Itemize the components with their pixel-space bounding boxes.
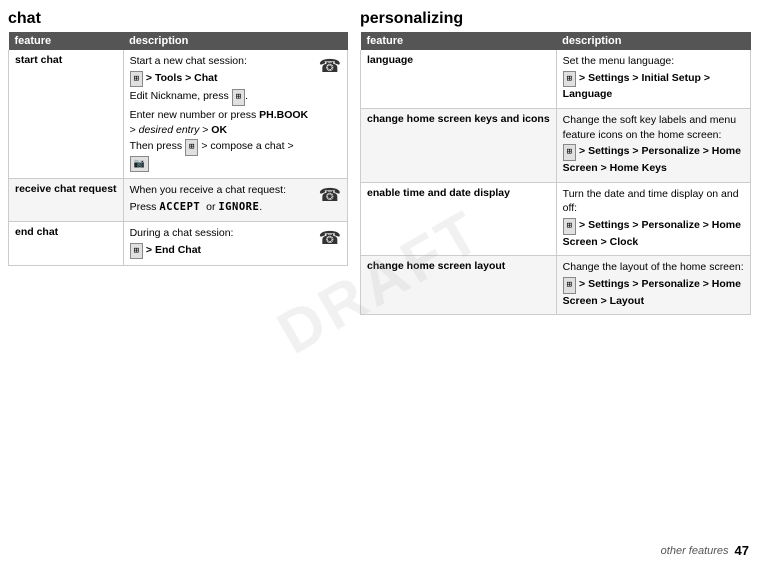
feature-cell: change home screen layout	[361, 256, 557, 315]
desc-cell: During a chat session: ⊞ > End Chat ☎	[123, 221, 347, 265]
desc-cell: Change the soft key labels and menu feat…	[556, 108, 750, 182]
table-row: start chat Start a new chat session: ⊞ >…	[9, 50, 348, 179]
feature-cell: enable time and date display	[361, 182, 557, 256]
feature-cell: language	[361, 50, 557, 108]
left-title: chat	[8, 10, 348, 28]
feature-cell: start chat	[9, 50, 124, 179]
pers-col-description: description	[556, 32, 750, 50]
chat-table: feature description start chat Start a n…	[8, 32, 348, 266]
desc-cell: Turn the date and time display on and of…	[556, 182, 750, 256]
phone-icon-2: ☎	[319, 183, 341, 208]
chat-col-feature: feature	[9, 32, 124, 50]
phone-icon-3: ☎	[319, 226, 341, 251]
feature-cell: end chat	[9, 221, 124, 265]
right-title: personalizing	[360, 10, 751, 28]
footer-page: 47	[735, 543, 749, 558]
right-section: personalizing feature description langua…	[360, 10, 751, 531]
phone-icon-1: ☎	[319, 54, 341, 79]
desc-cell: Set the menu language: ⊞ > Settings > In…	[556, 50, 750, 108]
table-row: change home screen keys and icons Change…	[361, 108, 751, 182]
table-row: language Set the menu language: ⊞ > Sett…	[361, 50, 751, 108]
left-section: chat feature description start chat Star…	[8, 10, 348, 531]
feature-cell: change home screen keys and icons	[361, 108, 557, 182]
page-container: chat feature description start chat Star…	[0, 0, 759, 539]
footer: other features 47	[0, 539, 759, 564]
table-row: end chat During a chat session: ⊞ > End …	[9, 221, 348, 265]
desc-cell: Change the layout of the home screen: ⊞ …	[556, 256, 750, 315]
personalizing-table: feature description language Set the men…	[360, 32, 751, 315]
pers-col-feature: feature	[361, 32, 557, 50]
footer-label: other features	[661, 545, 729, 557]
table-row: change home screen layout Change the lay…	[361, 256, 751, 315]
feature-cell: receive chat request	[9, 179, 124, 221]
table-row: enable time and date display Turn the da…	[361, 182, 751, 256]
table-row: receive chat request When you receive a …	[9, 179, 348, 221]
desc-cell: When you receive a chat request: Press A…	[123, 179, 347, 221]
desc-cell: Start a new chat session: ⊞ > Tools > Ch…	[123, 50, 347, 179]
chat-col-description: description	[123, 32, 347, 50]
